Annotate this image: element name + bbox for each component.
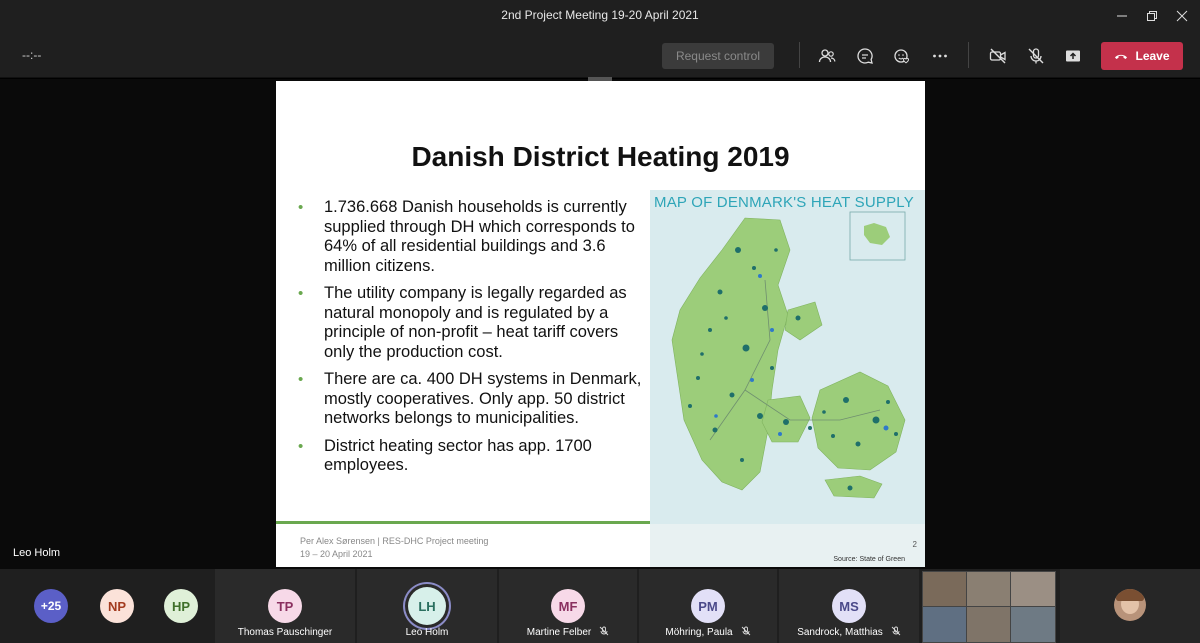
participant-video-grid[interactable] xyxy=(922,571,1056,643)
window-title: 2nd Project Meeting 19-20 April 2021 xyxy=(501,8,699,22)
participant-name: Thomas Pauschinger xyxy=(237,627,333,638)
video-feed xyxy=(923,607,966,642)
bullet-systems: There are ca. 400 DH systems in Denmark,… xyxy=(298,370,648,429)
shared-content-stage: Danish District Heating 2019 1.736.668 D… xyxy=(0,77,1200,569)
hang-up-icon xyxy=(1115,54,1128,59)
participant-name: Leo Holm xyxy=(405,627,449,638)
slide-page-number: 2 xyxy=(912,540,917,549)
speaking-avatar: LH xyxy=(408,587,446,625)
meeting-toolbar: --:-- Request control Leave xyxy=(0,32,1200,78)
toolbar-divider xyxy=(799,42,800,68)
video-feed xyxy=(967,572,1010,606)
reactions-icon[interactable] xyxy=(889,43,915,69)
restore-icon[interactable] xyxy=(1137,4,1167,28)
presenter-name: Leo Holm xyxy=(13,547,61,559)
mic-muted-icon xyxy=(741,626,750,636)
denmark-heat-map: MAP OF DENMARK'S HEAT SUPPLY 2 Source: S… xyxy=(650,190,925,567)
leave-label: Leave xyxy=(1135,49,1170,63)
meeting-timer: --:-- xyxy=(22,48,42,62)
participant-strip: +25 NP HP TP Thomas Pauschinger LH Leo H… xyxy=(0,569,1200,643)
avatar: MF xyxy=(551,589,585,623)
participant-tile-leo[interactable]: LH Leo Holm xyxy=(357,569,497,643)
map-title: MAP OF DENMARK'S HEAT SUPPLY xyxy=(654,194,914,211)
slide-footer-date: 19 – 20 April 2021 xyxy=(300,549,373,559)
overflow-participants-button[interactable]: +25 xyxy=(34,589,68,623)
participant-tile-thomas[interactable]: TP Thomas Pauschinger xyxy=(215,569,355,643)
bullet-households: 1.736.668 Danish households is currently… xyxy=(298,198,648,276)
bullet-monopoly: The utility company is legally regarded … xyxy=(298,284,648,362)
leave-button[interactable]: Leave xyxy=(1101,42,1183,70)
participant-avatar-hp[interactable]: HP xyxy=(164,589,198,623)
map-source: Source: State of Green xyxy=(833,556,905,563)
participant-tile-martine[interactable]: MF Martine Felber xyxy=(499,569,637,643)
self-avatar-photo xyxy=(1114,589,1146,621)
camera-off-icon[interactable] xyxy=(985,43,1011,69)
avatar: PM xyxy=(691,589,725,623)
denmark-map-graphic xyxy=(650,211,925,567)
close-icon[interactable] xyxy=(1167,4,1197,28)
minimize-icon[interactable] xyxy=(1107,4,1137,28)
share-indicator xyxy=(588,77,612,81)
video-feed xyxy=(1011,607,1055,642)
chat-icon[interactable] xyxy=(852,43,878,69)
participant-tile-paula[interactable]: PM Möhring, Paula xyxy=(639,569,777,643)
participant-name: Martine Felber xyxy=(499,626,637,638)
people-icon[interactable] xyxy=(814,43,840,69)
video-feed xyxy=(1011,572,1055,606)
toolbar-divider xyxy=(968,42,969,68)
share-screen-icon[interactable] xyxy=(1060,43,1086,69)
video-feed xyxy=(967,607,1010,642)
participant-name: Möhring, Paula xyxy=(639,626,777,638)
mic-off-icon[interactable] xyxy=(1023,43,1049,69)
avatar: TP xyxy=(268,589,302,623)
shared-slide: Danish District Heating 2019 1.736.668 D… xyxy=(276,77,925,567)
slide-title: Danish District Heating 2019 xyxy=(411,141,790,172)
mic-muted-icon xyxy=(891,626,901,636)
video-feed xyxy=(923,572,966,606)
self-view-tile[interactable] xyxy=(1060,569,1200,643)
participant-tile-matthias[interactable]: MS Sandrock, Matthias xyxy=(779,569,919,643)
participant-name: Sandrock, Matthias xyxy=(779,626,919,638)
request-control-button[interactable]: Request control xyxy=(662,43,774,69)
participant-avatar-np[interactable]: NP xyxy=(100,589,134,623)
mic-muted-icon xyxy=(599,626,609,636)
avatar: MS xyxy=(832,589,866,623)
more-icon[interactable] xyxy=(927,43,953,69)
slide-bullets: 1.736.668 Danish households is currently… xyxy=(298,198,648,484)
title-bar: 2nd Project Meeting 19-20 April 2021 xyxy=(0,0,1200,32)
bullet-employees: District heating sector has app. 1700 em… xyxy=(298,437,648,476)
slide-footer-author: Per Alex Sørensen | RES-DHC Project meet… xyxy=(300,536,489,546)
footer-divider xyxy=(276,521,650,524)
